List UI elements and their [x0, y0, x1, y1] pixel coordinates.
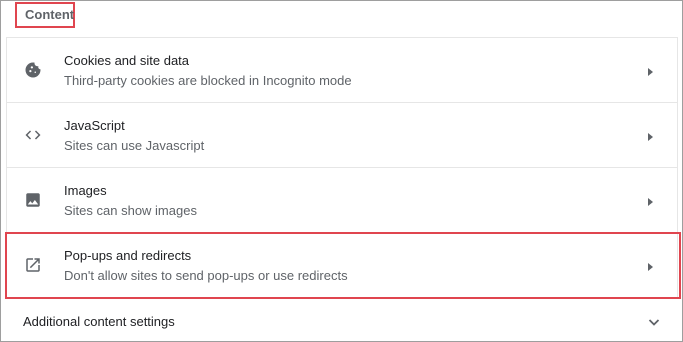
chevron-right-icon	[645, 195, 655, 207]
row-images[interactable]: Images Sites can show images	[7, 168, 677, 233]
additional-content-settings[interactable]: Additional content settings	[6, 301, 678, 341]
row-title: Cookies and site data	[64, 53, 190, 68]
row-description: Sites can use Javascript	[64, 138, 205, 153]
open-in-new-icon	[23, 255, 43, 275]
row-javascript[interactable]: JavaScript Sites can use Javascript	[7, 103, 677, 168]
row-cookies-and-site-data[interactable]: Cookies and site data Third-party cookie…	[7, 38, 677, 103]
row-pop-ups-and-redirects[interactable]: Pop-ups and redirects Don't allow sites …	[7, 233, 677, 298]
chevron-right-icon	[645, 260, 655, 272]
row-description: Don't allow sites to send pop-ups or use…	[64, 268, 348, 283]
image-icon	[23, 190, 43, 210]
additional-content-settings-label: Additional content settings	[23, 314, 175, 329]
section-title: Content	[15, 2, 75, 28]
content-settings-list: Cookies and site data Third-party cookie…	[6, 37, 678, 299]
row-description: Sites can show images	[64, 203, 197, 218]
row-description: Third-party cookies are blocked in Incog…	[64, 73, 352, 88]
cookie-icon	[23, 60, 43, 80]
code-icon	[23, 125, 43, 145]
chevron-right-icon	[645, 130, 655, 142]
row-title: Images	[64, 183, 107, 198]
row-title: Pop-ups and redirects	[64, 248, 192, 263]
chevron-right-icon	[645, 65, 655, 77]
row-title: JavaScript	[64, 118, 125, 133]
content-settings-panel: Content Cookies and site data Third-part…	[0, 0, 683, 342]
chevron-down-icon[interactable]	[648, 315, 660, 327]
